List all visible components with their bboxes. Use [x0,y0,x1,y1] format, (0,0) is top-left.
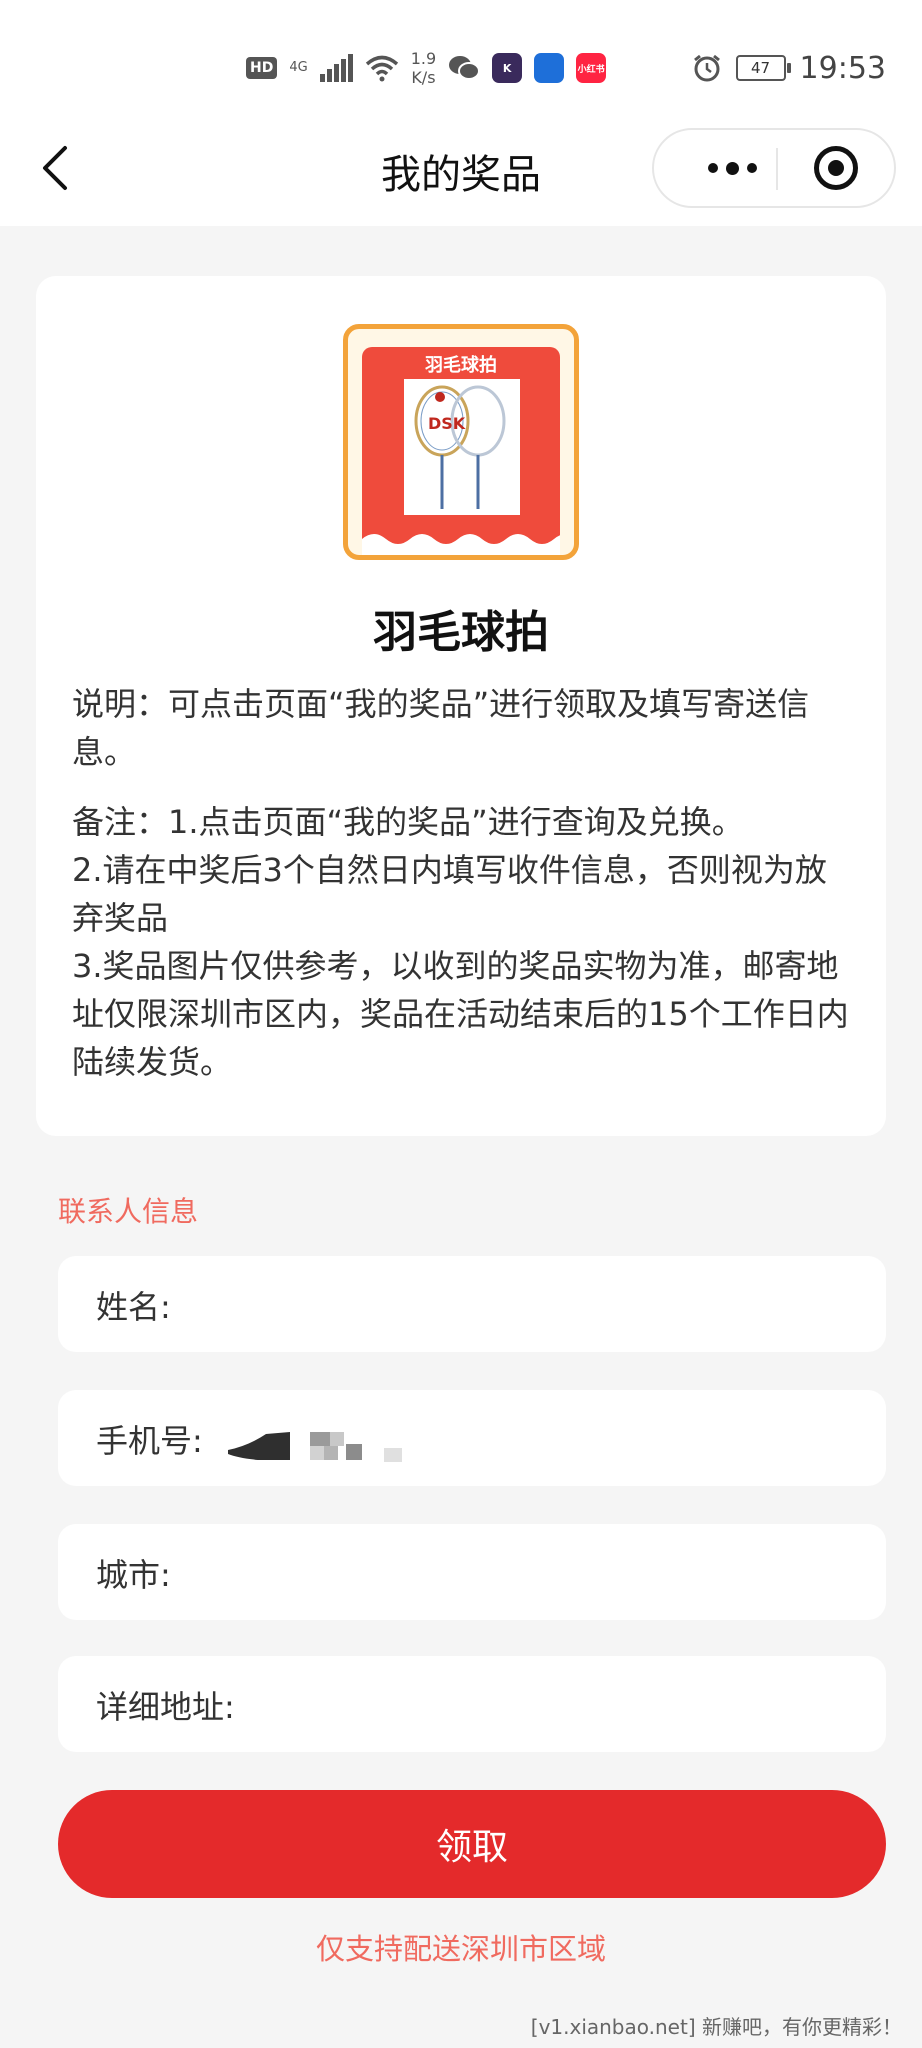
nav-bar: 我的奖品 [0,120,922,226]
svg-text:DSK: DSK [428,414,466,433]
k-app-icon: K [492,53,523,83]
status-right-group: 47 19:53 [692,48,886,88]
prize-image: 羽毛球拍 DSK [343,324,579,560]
prize-note-line: 2.请在中奖后3个自然日内填写收件信息，否则视为放弃奖品 [72,851,827,937]
prize-image-label: 羽毛球拍 [425,355,497,376]
name-field[interactable]: 姓名: [58,1256,886,1352]
more-icon [707,163,718,173]
xiaohongshu-icon: 小红书 [576,53,607,83]
prize-note-line: 备注：1.点击页面“我的奖品”进行查询及兑换。 [72,803,744,841]
city-field-label: 城市: [96,1556,171,1594]
badminton-racket-icon: DSK [414,385,506,509]
status-bar: HD 4G 1.9 K/s K 小红书 47 19:53 [0,0,922,120]
delivery-note: 仅支持配送深圳市区域 [315,1932,606,1966]
prize-notes: 备注：1.点击页面“我的奖品”进行查询及兑换。 2.请在中奖后3个自然日内填写收… [72,798,850,1086]
clock: 19:53 [799,50,886,86]
wave-decoration [362,534,560,555]
badminton-racket-photo: DSK [404,379,520,515]
target-close-icon[interactable] [814,146,858,190]
network-type: 4G [289,60,308,75]
alarm-icon [693,54,720,82]
more-button[interactable] [684,130,780,206]
phone-field[interactable]: 手机号: [58,1390,886,1486]
address-field-label: 详细地址: [96,1688,235,1726]
network-speed: 1.9 K/s [410,49,437,87]
status-left-group: HD 4G 1.9 K/s K 小红书 [246,48,607,88]
prize-description: 说明：可点击页面“我的奖品”进行领取及填写寄送信息。 [72,685,810,771]
contact-section-label: 联系人信息 [58,1195,199,1228]
phone-value-masked [228,1424,414,1464]
prize-name: 羽毛球拍 [373,607,549,658]
watermark: [v1.xianbao.net] 新赚吧，有你更精彩！ [530,2015,902,2039]
prize-image-panel: 羽毛球拍 DSK [362,347,560,555]
capsule-divider [776,148,778,190]
claim-button[interactable]: 领取 [58,1790,886,1898]
name-field-label: 姓名: [96,1288,171,1326]
city-field[interactable]: 城市: [58,1524,886,1620]
prize-card: 羽毛球拍 DSK 羽毛球拍 说明：可点击页面“我的奖品”进行领取及填写寄送信息。… [36,276,886,1136]
prize-note-line: 3.奖品图片仅供参考，以收到的奖品实物为准，邮寄地址仅限深圳市区内，奖品在活动结… [72,947,849,1081]
address-field[interactable]: 详细地址: [58,1656,886,1752]
wifi-icon [365,55,398,82]
phone-field-label: 手机号: [96,1422,203,1460]
hd-badge: HD [246,57,278,79]
blue-app-icon [534,53,565,83]
mosaic-mask [228,1432,402,1462]
miniprogram-capsule [652,128,896,208]
battery-icon: 47 [735,55,791,81]
wechat-icon [449,56,481,80]
signal-icon [319,54,353,82]
